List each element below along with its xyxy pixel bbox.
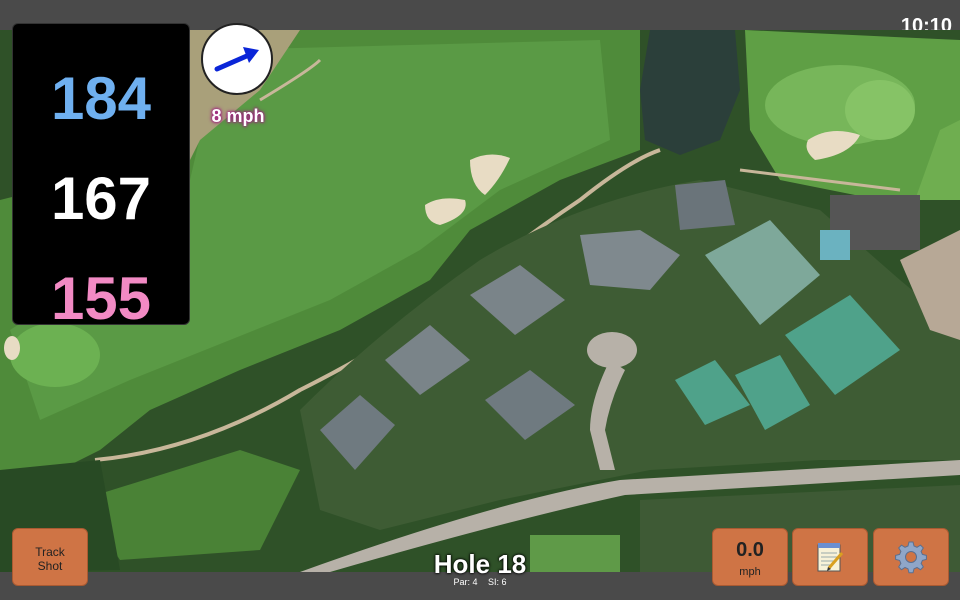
hole-title: Hole 18	[433, 549, 527, 579]
distance-panel: 184 167 155	[12, 23, 190, 329]
notepad-icon	[817, 543, 844, 572]
arrow-icon	[214, 47, 259, 72]
wind-speed-button[interactable]: 0.0 mph	[712, 528, 788, 586]
front-distance: 155	[50, 265, 152, 332]
hole-info: Par: 4 SI: 6	[380, 577, 580, 587]
notes-button[interactable]	[792, 528, 868, 586]
back-distance: 184	[50, 65, 152, 132]
hole-si: SI: 6	[488, 577, 507, 587]
center-distance: 167	[50, 165, 152, 232]
wind-speed-value: 0.0	[736, 539, 764, 561]
gear-icon	[895, 541, 927, 574]
wind-direction-indicator	[201, 23, 273, 95]
wind-speed-label: 8 mph	[211, 106, 265, 126]
track-shot-button[interactable]: Track Shot	[12, 528, 88, 586]
settings-button[interactable]	[873, 528, 949, 586]
hole-par: Par: 4	[453, 577, 478, 587]
track-shot-label: Track Shot	[35, 545, 65, 573]
wind-speed-unit: mph	[739, 566, 761, 578]
